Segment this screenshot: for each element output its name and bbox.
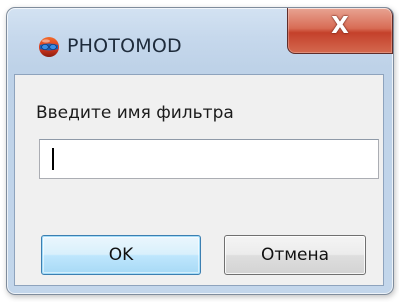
- photomod-dialog-window: PHOTOMOD X Введите имя фильтра OK Отмена: [6, 7, 394, 295]
- text-caret: [52, 148, 54, 170]
- photomod-logo-icon: [38, 36, 60, 58]
- dialog-body: Введите имя фильтра OK Отмена: [14, 74, 384, 286]
- close-button[interactable]: X: [287, 8, 393, 54]
- close-icon: X: [331, 13, 349, 39]
- filter-name-input[interactable]: [39, 139, 379, 179]
- ok-button[interactable]: OK: [41, 235, 201, 275]
- cancel-button[interactable]: Отмена: [224, 235, 366, 275]
- filter-name-label: Введите имя фильтра: [36, 103, 234, 123]
- window-title: PHOTOMOD: [67, 35, 182, 57]
- title-bar[interactable]: PHOTOMOD X: [7, 8, 393, 74]
